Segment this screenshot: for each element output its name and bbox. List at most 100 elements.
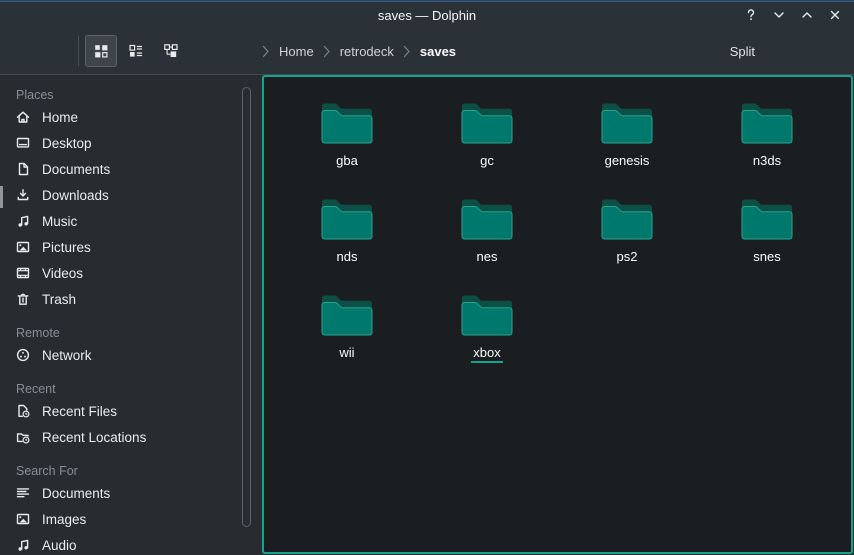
sidebar-section-header: Places xyxy=(0,86,262,104)
folder-item-n3ds[interactable]: n3ds xyxy=(697,94,837,190)
places-scrollbar[interactable] xyxy=(242,87,251,527)
icons-view-icon xyxy=(92,42,110,60)
folder-item-gba[interactable]: gba xyxy=(277,94,417,190)
icons-view-button[interactable] xyxy=(85,35,117,67)
titlebar: saves — Dolphin xyxy=(0,2,854,28)
details-view-icon xyxy=(127,42,145,60)
folder-item-gc[interactable]: gc xyxy=(417,94,557,190)
breadcrumb: Homeretrodecksaves xyxy=(262,42,716,61)
help-icon xyxy=(743,7,759,23)
folder-icon xyxy=(459,288,515,338)
maximize-button[interactable] xyxy=(796,5,818,25)
sidebar-item-recent-files[interactable]: Recent Files xyxy=(0,398,262,424)
split-button[interactable]: Split xyxy=(716,35,762,67)
folder-icon xyxy=(319,96,375,146)
film-icon xyxy=(15,265,31,281)
sidebar-item-label: Recent Files xyxy=(42,404,117,419)
folder-label: xbox xyxy=(471,345,502,363)
sidebar-item-label: Audio xyxy=(42,538,77,553)
breadcrumb-item-home[interactable]: Home xyxy=(274,42,319,61)
folder-label: genesis xyxy=(603,153,652,171)
folder-icon xyxy=(739,192,795,242)
sidebar-item-label: Trash xyxy=(42,292,76,307)
sidebar-item-documents[interactable]: Documents xyxy=(0,156,262,182)
sidebar-item-label: Documents xyxy=(42,486,110,501)
sidebar-item-label: Images xyxy=(42,512,86,527)
folder-icon xyxy=(319,288,375,338)
sidebar-item-pictures[interactable]: Pictures xyxy=(0,234,262,260)
sidebar-item-label: Music xyxy=(42,214,77,229)
folder-label: gc xyxy=(478,153,496,171)
menu-button[interactable] xyxy=(810,35,842,67)
folder-label: gba xyxy=(334,153,360,171)
help-button[interactable] xyxy=(740,5,762,25)
sidebar-item-desktop[interactable]: Desktop xyxy=(0,130,262,156)
sidebar-section-search-for: Search For Documents Images Audio xyxy=(0,462,262,555)
sidebar-section-remote: RemoteNetwork xyxy=(0,324,262,368)
details-view-button[interactable] xyxy=(120,35,152,67)
folder-item-ps2[interactable]: ps2 xyxy=(557,190,697,286)
desktop-icon xyxy=(15,135,31,151)
sidebar-item-videos[interactable]: Videos xyxy=(0,260,262,286)
close-button[interactable] xyxy=(824,5,846,25)
folder-item-wii[interactable]: wii xyxy=(277,286,417,382)
sidebar-section-places: Places Home Desktop Documents Downloads Music… xyxy=(0,86,262,312)
sidebar-item-label: Downloads xyxy=(42,188,109,203)
sidebar-section-recent: RecentRecent FilesRecent Locations xyxy=(0,380,262,450)
folder-item-nes[interactable]: nes xyxy=(417,190,557,286)
folder-grid: gba gc genesis n3ds nds nes ps2snes wii xbox xyxy=(277,94,837,382)
breadcrumb-item-retrodeck[interactable]: retrodeck xyxy=(335,42,399,61)
sidebar-item-label: Home xyxy=(42,110,78,125)
image-icon xyxy=(15,511,31,527)
sidebar-item-label: Documents xyxy=(42,162,110,177)
breadcrumb-separator-icon xyxy=(262,45,270,58)
back-button[interactable] xyxy=(10,35,42,67)
trash-icon xyxy=(15,291,31,307)
folder-icon xyxy=(599,192,655,242)
sidebar-item-audio[interactable]: Audio xyxy=(0,532,262,555)
sidebar-item-documents[interactable]: Documents xyxy=(0,480,262,506)
sidebar-item-music[interactable]: Music xyxy=(0,208,262,234)
sidebar-item-label: Videos xyxy=(42,266,83,281)
breadcrumb-separator-icon xyxy=(403,45,411,58)
close-icon xyxy=(827,7,843,23)
dolphin-folder-icon[interactable] xyxy=(12,5,34,25)
home-icon xyxy=(15,109,31,125)
document-icon xyxy=(15,161,31,177)
search-button[interactable] xyxy=(770,35,802,67)
folder-label: wii xyxy=(337,345,356,363)
window-edge-indicator xyxy=(0,186,3,208)
minimize-button[interactable] xyxy=(768,5,790,25)
sidebar-item-home[interactable]: Home xyxy=(0,104,262,130)
sidebar-section-header: Search For xyxy=(0,462,262,480)
music-note-icon xyxy=(15,213,31,229)
folder-icon xyxy=(599,96,655,146)
folder-label: nes xyxy=(475,249,500,267)
folder-icon xyxy=(459,96,515,146)
split-button-label: Split xyxy=(730,44,755,59)
folder-icon xyxy=(739,96,795,146)
sidebar-section-header: Remote xyxy=(0,324,262,342)
music-note-icon xyxy=(15,537,31,553)
sidebar-item-images[interactable]: Images xyxy=(0,506,262,532)
forward-button[interactable] xyxy=(42,35,74,67)
toolbar: Homeretrodecksaves Split xyxy=(0,28,854,75)
tree-view-button[interactable] xyxy=(155,35,187,67)
chevron-down-icon xyxy=(771,7,787,23)
sidebar-item-trash[interactable]: Trash xyxy=(0,286,262,312)
pin-icon[interactable] xyxy=(48,6,66,24)
window-controls xyxy=(740,5,846,25)
sidebar-item-network[interactable]: Network xyxy=(0,342,262,368)
folder-item-snes[interactable]: snes xyxy=(697,190,837,286)
folder-view[interactable]: gba gc genesis n3ds nds nes ps2snes wii xbox xyxy=(262,75,853,554)
download-icon xyxy=(15,187,31,203)
recent-locations-icon xyxy=(15,429,31,445)
folder-item-genesis[interactable]: genesis xyxy=(557,94,697,190)
chevron-up-icon xyxy=(799,7,815,23)
folder-item-xbox[interactable]: xbox xyxy=(417,286,557,382)
sidebar-item-downloads[interactable]: Downloads xyxy=(0,182,262,208)
sidebar-item-recent-locations[interactable]: Recent Locations xyxy=(0,424,262,450)
folder-label: n3ds xyxy=(751,153,783,171)
recent-files-icon xyxy=(15,403,31,419)
folder-item-nds[interactable]: nds xyxy=(277,190,417,286)
